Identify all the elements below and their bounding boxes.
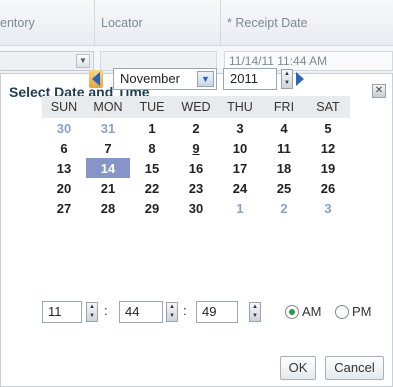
column-header-inventory[interactable]: entory	[0, 0, 95, 46]
calendar-week: 27 28 29 30 1 2 3	[42, 198, 350, 218]
calendar-day[interactable]: 1	[130, 118, 174, 138]
weekday-sat: SAT	[306, 96, 350, 118]
calendar-grid: SUN MON TUE WED THU FRI SAT 30 31 1 2 3 …	[42, 96, 350, 218]
weekday-header-row: SUN MON TUE WED THU FRI SAT	[42, 96, 350, 118]
calendar-day[interactable]: 3	[306, 198, 350, 218]
calendar-day[interactable]: 23	[174, 178, 218, 198]
minute-spinner[interactable]: ▲ ▼	[166, 302, 178, 322]
month-select[interactable]: November ▼	[113, 68, 217, 90]
calendar-day[interactable]: 1	[218, 198, 262, 218]
weekday-mon: MON	[86, 96, 130, 118]
calendar-day[interactable]: 2	[262, 198, 306, 218]
weekday-wed: WED	[174, 96, 218, 118]
table-header: entory Locator * Receipt Date	[0, 0, 393, 46]
calendar-day[interactable]: 4	[262, 118, 306, 138]
month-value: November	[120, 71, 180, 86]
calendar-day[interactable]: 30	[42, 118, 86, 138]
second-input[interactable]: 49	[196, 301, 238, 323]
weekday-sun: SUN	[42, 96, 86, 118]
calendar-day[interactable]: 26	[306, 178, 350, 198]
chevron-down-icon[interactable]: ▼	[197, 71, 214, 87]
calendar-week: 30 31 1 2 3 4 5	[42, 118, 350, 138]
calendar-day[interactable]: 7	[86, 138, 130, 158]
calendar-day[interactable]: 25	[262, 178, 306, 198]
year-input[interactable]: 2011	[223, 68, 277, 90]
calendar-week: 20 21 22 23 24 25 26	[42, 178, 350, 198]
calendar-day[interactable]: 10	[218, 138, 262, 158]
column-header-receipt-date[interactable]: * Receipt Date	[221, 0, 393, 46]
calendar-day[interactable]: 24	[218, 178, 262, 198]
calendar-day-selected[interactable]: 14	[86, 158, 130, 178]
calendar-day[interactable]: 5	[306, 118, 350, 138]
calendar-day[interactable]: 16	[174, 158, 218, 178]
am-label: AM	[302, 304, 322, 319]
radio-icon[interactable]	[335, 305, 349, 319]
calendar-day[interactable]: 6	[42, 138, 86, 158]
ok-button[interactable]: OK	[280, 356, 316, 380]
calendar-day[interactable]: 8	[130, 138, 174, 158]
year-spinner[interactable]: ▲ ▼	[281, 69, 293, 89]
calendar-day[interactable]: 2	[174, 118, 218, 138]
calendar-day[interactable]: 30	[174, 198, 218, 218]
calendar-week: 6 7 8 9 10 11 12	[42, 138, 350, 158]
weekday-fri: FRI	[262, 96, 306, 118]
calendar-day[interactable]: 31	[86, 118, 130, 138]
pm-label: PM	[352, 304, 372, 319]
prev-month-icon[interactable]	[89, 70, 103, 88]
calendar-day[interactable]: 18	[262, 158, 306, 178]
calendar-day[interactable]: 27	[42, 198, 86, 218]
calendar-day[interactable]: 13	[42, 158, 86, 178]
calendar-day[interactable]: 3	[218, 118, 262, 138]
weekday-tue: TUE	[130, 96, 174, 118]
chevron-down-icon[interactable]: ▼	[76, 54, 90, 68]
next-month-icon[interactable]	[296, 72, 304, 86]
calendar-week: 13 14 15 16 17 18 19	[42, 158, 350, 178]
inventory-select[interactable]: ▼	[0, 51, 94, 71]
second-spinner[interactable]: ▲ ▼	[249, 302, 261, 322]
hour-spinner[interactable]: ▲ ▼	[86, 302, 98, 322]
radio-icon[interactable]	[285, 305, 299, 319]
calendar-day[interactable]: 11	[262, 138, 306, 158]
calendar-day-today[interactable]: 9	[174, 138, 218, 158]
calendar-day[interactable]: 29	[130, 198, 174, 218]
time-separator: :	[104, 303, 108, 318]
calendar-day[interactable]: 15	[130, 158, 174, 178]
calendar-day[interactable]: 21	[86, 178, 130, 198]
calendar-day[interactable]: 17	[218, 158, 262, 178]
close-icon[interactable]: ✕	[372, 84, 386, 98]
time-separator: :	[183, 303, 187, 318]
weekday-thu: THU	[218, 96, 262, 118]
calendar-day[interactable]: 20	[42, 178, 86, 198]
calendar-day[interactable]: 19	[306, 158, 350, 178]
calendar-day[interactable]: 28	[86, 198, 130, 218]
cancel-button[interactable]: Cancel	[325, 356, 384, 380]
calendar-day[interactable]: 12	[306, 138, 350, 158]
minute-input[interactable]: 44	[119, 301, 163, 323]
calendar-day[interactable]: 22	[130, 178, 174, 198]
column-header-locator[interactable]: Locator	[95, 0, 221, 46]
hour-input[interactable]: 11	[42, 301, 82, 323]
